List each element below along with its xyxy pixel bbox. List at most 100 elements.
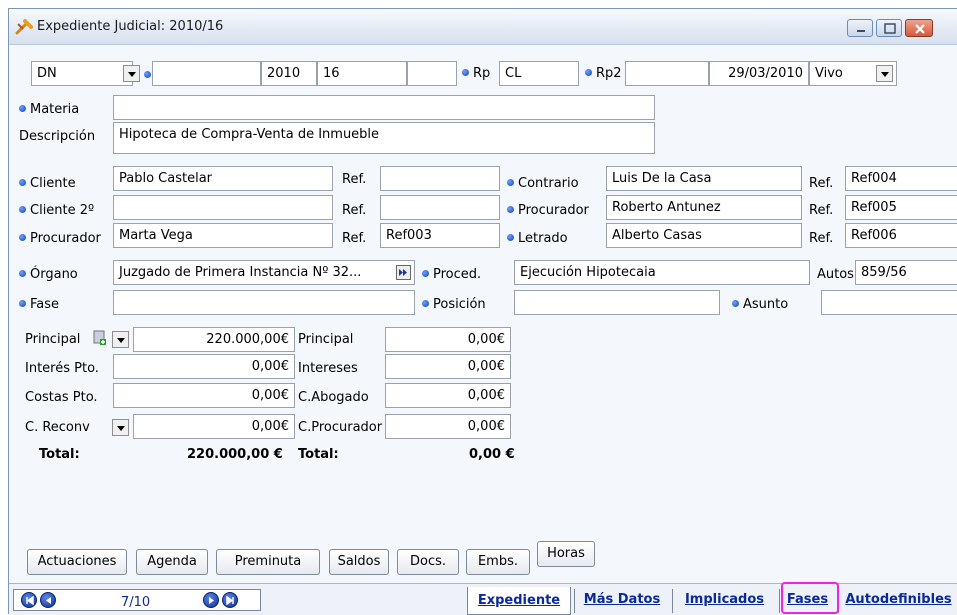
contrario-ref-field[interactable]: Ref004	[845, 166, 957, 191]
first-record-button[interactable]	[21, 592, 37, 608]
principal-right-field[interactable]: 0,00€	[385, 327, 511, 352]
tab-autodefinibles[interactable]: Autodefinibles	[838, 589, 957, 613]
c-reconv-field[interactable]: 0,00€	[133, 414, 295, 439]
tab-expediente[interactable]: Expediente	[467, 587, 571, 615]
letrado-label: Letrado	[507, 230, 568, 247]
date-field[interactable]: 29/03/2010	[709, 61, 809, 86]
last-record-button[interactable]	[222, 592, 238, 608]
type-dropdown-button[interactable]	[123, 65, 140, 82]
interes-field[interactable]: 0,00€	[113, 354, 295, 379]
organo-field[interactable]: Juzgado de Primera Instancia Nº 32...	[113, 260, 415, 285]
total-right-label: Total:	[298, 447, 339, 462]
costas-label: Costas Pto.	[25, 390, 98, 405]
actuaciones-button[interactable]: Actuaciones	[27, 549, 127, 575]
fases-highlight	[781, 582, 839, 614]
cliente-ref-label: Ref.	[342, 172, 367, 187]
close-button[interactable]	[905, 19, 933, 37]
organo-label: Órgano	[19, 266, 78, 283]
docs-button[interactable]: Docs.	[397, 549, 459, 575]
number-field[interactable]: 16	[317, 61, 407, 86]
contrario-field[interactable]: Luis De la Casa	[606, 166, 802, 191]
case-window: Expediente Judicial: 2010/16 DN 2010 16 …	[8, 8, 957, 615]
procurador-right-field[interactable]: Roberto Antunez	[606, 195, 802, 220]
principal-dropdown-button[interactable]	[112, 331, 129, 348]
c-reconv-dropdown-button[interactable]	[112, 419, 129, 436]
procurador-left-ref-label: Ref.	[342, 231, 367, 246]
suffix-field[interactable]	[407, 61, 457, 86]
procurador-right-label: Procurador	[507, 202, 589, 219]
previous-record-button[interactable]	[40, 592, 56, 608]
procurador-right-ref-label: Ref.	[809, 203, 834, 218]
tab-mas-datos[interactable]: Más Datos	[574, 589, 669, 613]
c-procurador-field[interactable]: 0,00€	[385, 414, 511, 439]
agenda-button[interactable]: Agenda	[136, 549, 208, 575]
materia-label: Materia	[19, 101, 79, 118]
total-right-value: 0,00 €	[469, 447, 515, 462]
minimize-button[interactable]	[847, 19, 873, 37]
c-abogado-label: C.Abogado	[298, 390, 369, 405]
posicion-field[interactable]	[514, 290, 720, 315]
type-select[interactable]: DN	[31, 61, 133, 86]
rp2-field[interactable]	[625, 61, 709, 86]
fase-label: Fase	[19, 296, 59, 313]
autos-field[interactable]: 859/56	[855, 260, 957, 285]
principal-left-label: Principal	[25, 332, 81, 347]
procurador-right-ref-field[interactable]: Ref005	[845, 195, 957, 220]
c-procurador-label: C.Procurador	[298, 420, 383, 435]
cliente-field[interactable]: Pablo Castelar	[113, 166, 333, 191]
record-position: 7/10	[121, 595, 151, 610]
cliente2-ref-field[interactable]	[380, 195, 500, 220]
maximize-button[interactable]	[876, 19, 902, 37]
window-title: Expediente Judicial: 2010/16	[37, 19, 224, 34]
maximize-icon	[884, 23, 896, 34]
add-document-icon[interactable]	[93, 330, 107, 346]
cliente2-label: Cliente 2º	[19, 202, 94, 219]
last-icon	[226, 595, 234, 606]
contrario-ref-label: Ref.	[809, 176, 834, 191]
letrado-ref-label: Ref.	[809, 231, 834, 246]
horas-button[interactable]: Horas	[537, 541, 595, 567]
minimize-icon	[857, 30, 865, 32]
procurador-left-ref-field[interactable]: Ref003	[380, 223, 500, 248]
asunto-label: Asunto	[732, 296, 788, 313]
costas-field[interactable]: 0,00€	[113, 383, 295, 408]
rp-field[interactable]: CL	[499, 61, 579, 86]
organo-lookup-button[interactable]	[396, 265, 411, 280]
cliente2-ref-label: Ref.	[342, 203, 367, 218]
cliente-label: Cliente	[19, 175, 76, 192]
rp2-label: Rp2	[585, 65, 622, 82]
procurador-left-field[interactable]: Marta Vega	[113, 223, 333, 248]
next-icon	[209, 597, 214, 604]
c-reconv-label: C. Reconv	[25, 420, 90, 435]
gavel-icon	[15, 19, 33, 35]
principal-right-label: Principal	[298, 332, 354, 347]
status-dropdown-button[interactable]	[876, 65, 893, 82]
contrario-label: Contrario	[507, 175, 579, 192]
asunto-field[interactable]	[821, 290, 957, 315]
proced-field[interactable]: Ejecución Hipotecaia	[514, 260, 810, 285]
previous-icon	[46, 597, 51, 604]
embs-button[interactable]: Embs.	[466, 549, 530, 575]
materia-field[interactable]	[113, 95, 655, 120]
tab-implicados[interactable]: Implicados	[672, 589, 776, 613]
rp-label: Rp	[462, 65, 490, 82]
title-bar: Expediente Judicial: 2010/16	[9, 9, 957, 45]
saldos-button[interactable]: Saldos	[329, 549, 389, 575]
descripcion-field[interactable]: Hipoteca de Compra-Venta de Inmueble	[113, 122, 655, 154]
fase-field[interactable]	[113, 290, 415, 315]
procurador-left-label: Procurador	[19, 230, 101, 247]
cliente2-field[interactable]	[113, 195, 333, 220]
cliente-ref-field[interactable]	[380, 166, 500, 191]
next-record-button[interactable]	[203, 592, 219, 608]
principal-left-field[interactable]: 220.000,00€	[133, 327, 295, 352]
c-abogado-field[interactable]: 0,00€	[385, 383, 511, 408]
letrado-ref-field[interactable]: Ref006	[845, 223, 957, 248]
preminuta-button[interactable]: Preminuta	[216, 549, 320, 575]
letrado-field[interactable]: Alberto Casas	[606, 223, 802, 248]
descripcion-label: Descripción	[19, 129, 96, 144]
intereses-field[interactable]: 0,00€	[385, 354, 511, 379]
year-field[interactable]: 2010	[261, 61, 317, 86]
prefix-field[interactable]	[152, 61, 261, 86]
interes-label: Interés Pto.	[25, 361, 99, 376]
first-icon	[26, 595, 34, 606]
